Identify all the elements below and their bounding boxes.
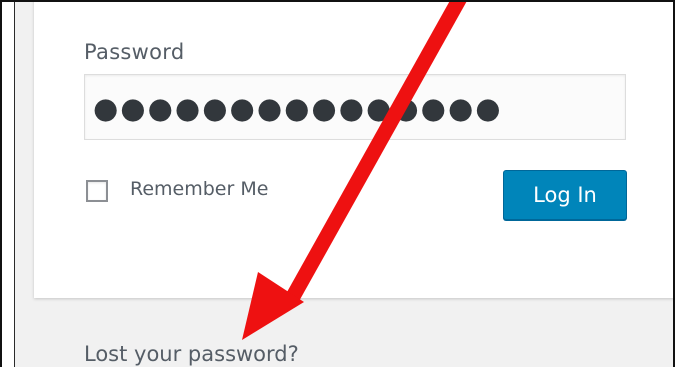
- remember-me-label[interactable]: Remember Me: [130, 178, 268, 200]
- lost-password-link[interactable]: Lost your password?: [84, 342, 299, 366]
- screenshot-frame: Password ●●●●●●●●●●●●●●● Remember Me Log…: [0, 0, 675, 367]
- password-label: Password: [84, 40, 185, 64]
- remember-me-checkbox[interactable]: [86, 180, 108, 202]
- password-input[interactable]: ●●●●●●●●●●●●●●●: [84, 74, 626, 140]
- login-button[interactable]: Log In: [503, 170, 627, 220]
